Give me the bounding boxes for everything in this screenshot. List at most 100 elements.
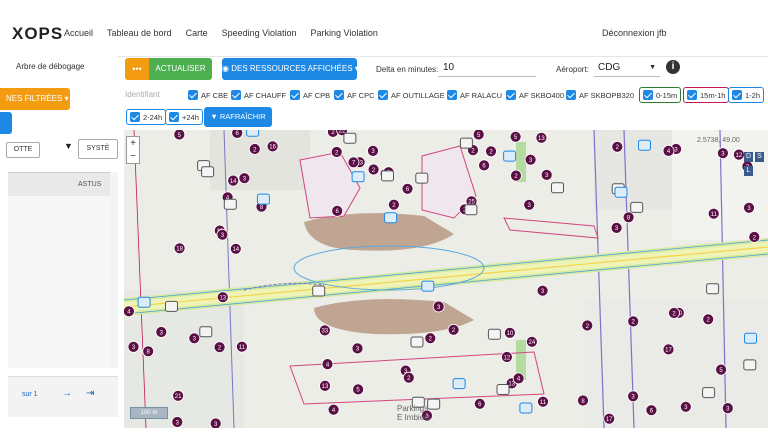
column-button-otte[interactable]: OTTE — [6, 142, 40, 158]
resource-marker[interactable]: 2 — [402, 371, 415, 384]
resource-marker[interactable]: 3 — [432, 300, 445, 313]
vehicle-icon[interactable] — [464, 204, 478, 216]
checkbox-af-outillage[interactable]: AF OUTILLAGE — [378, 88, 445, 102]
resource-marker[interactable]: 3 — [155, 326, 168, 338]
resource-marker[interactable]: 6 — [231, 130, 244, 139]
table-scrollbar[interactable] — [110, 172, 118, 368]
last-page-icon[interactable]: ⇥ — [86, 388, 94, 399]
resource-marker[interactable]: 2 — [581, 319, 594, 332]
resource-marker[interactable]: 13 — [535, 131, 548, 144]
vehicle-icon[interactable] — [459, 137, 473, 149]
map-control-s[interactable]: S — [755, 152, 764, 162]
resource-marker[interactable]: 11 — [707, 207, 720, 220]
resource-marker[interactable]: 2 — [668, 307, 680, 319]
resource-marker[interactable]: 8 — [622, 211, 635, 224]
resource-marker[interactable]: 17 — [603, 412, 616, 425]
vehicle-icon[interactable] — [702, 387, 716, 399]
resource-marker[interactable]: 3 — [627, 390, 640, 403]
checkbox-af-skbo400[interactable]: AF SKBO400 — [506, 88, 564, 102]
resource-marker[interactable]: 3 — [209, 417, 222, 428]
resource-marker[interactable]: 4 — [512, 372, 525, 385]
resource-marker[interactable]: 3 — [536, 284, 549, 297]
sidebar-blue-tab[interactable] — [0, 112, 12, 134]
resource-marker[interactable]: 2 — [485, 145, 497, 158]
vehicle-icon[interactable] — [452, 378, 466, 390]
resource-marker[interactable]: 3 — [721, 402, 734, 415]
resource-marker[interactable]: 12 — [500, 351, 513, 363]
resource-marker[interactable]: 3 — [216, 228, 229, 241]
vehicle-icon[interactable] — [343, 132, 357, 144]
resource-marker[interactable]: 33 — [318, 324, 331, 337]
resource-marker[interactable]: 2 — [330, 146, 343, 158]
resource-marker[interactable]: 3 — [610, 222, 623, 234]
resource-marker[interactable]: 3 — [743, 201, 755, 214]
resource-marker[interactable]: 5 — [509, 130, 522, 143]
resource-marker[interactable]: 3 — [523, 198, 536, 211]
resource-marker[interactable]: 8 — [142, 345, 155, 358]
vehicle-icon[interactable] — [487, 328, 501, 340]
vehicle-icon[interactable] — [223, 198, 237, 210]
resource-marker[interactable]: 2 — [424, 332, 437, 345]
airport-select[interactable]: CDG ▼ — [594, 59, 660, 77]
resource-marker[interactable]: 16 — [266, 140, 279, 153]
resource-marker[interactable]: 5 — [352, 383, 365, 396]
vehicle-icon[interactable] — [638, 139, 651, 151]
vehicle-icon[interactable] — [496, 384, 510, 395]
resource-marker[interactable]: 7 — [347, 156, 360, 169]
time-filter-24h-plus[interactable]: +24h — [165, 109, 203, 125]
resource-marker[interactable]: 2 — [702, 313, 715, 326]
info-icon[interactable]: i — [666, 60, 680, 74]
nav-tableau-de-bord[interactable]: Tableau de bord — [107, 28, 172, 38]
resource-marker[interactable]: 2 — [510, 169, 522, 182]
vehicle-icon[interactable] — [743, 359, 757, 371]
resource-marker[interactable]: 13 — [319, 379, 331, 392]
resource-marker[interactable]: 4 — [662, 144, 675, 157]
resource-marker[interactable]: 2 — [367, 163, 380, 176]
resource-marker[interactable]: 6 — [331, 205, 344, 217]
logout-link[interactable]: Déconnexion jfb — [602, 28, 667, 38]
checkbox-af-skbopb320[interactable]: AF SKBOPB320 — [566, 88, 634, 102]
resource-marker[interactable]: 3 — [238, 172, 251, 185]
debug-tree-link[interactable]: Arbre de débogage — [16, 62, 85, 71]
resource-marker[interactable]: 6 — [478, 159, 491, 172]
resource-marker[interactable]: 5 — [472, 130, 485, 141]
column-button-system[interactable]: SYSTÈ — [78, 139, 118, 159]
resource-marker[interactable]: 14 — [229, 242, 242, 255]
refresh-button[interactable]: ACTUALISER — [149, 58, 212, 80]
resource-marker[interactable]: 3 — [367, 144, 379, 157]
vehicle-icon[interactable] — [519, 402, 533, 414]
more-button[interactable]: ••• — [125, 58, 149, 80]
resource-marker[interactable]: 12 — [733, 148, 745, 161]
resource-marker[interactable]: 14 — [227, 174, 240, 187]
vehicle-icon[interactable] — [165, 300, 178, 312]
resource-marker[interactable]: 17 — [662, 343, 675, 356]
vehicle-icon[interactable] — [199, 326, 213, 338]
nav-carte[interactable]: Carte — [186, 28, 208, 38]
filter-icon[interactable]: ▼ — [64, 141, 73, 151]
vehicle-icon[interactable] — [381, 170, 394, 182]
checkbox-af-chauff[interactable]: AF CHAUFF — [231, 88, 286, 102]
vehicle-icon[interactable] — [312, 285, 326, 297]
resource-marker[interactable]: 10 — [503, 326, 516, 339]
resource-marker[interactable]: 2 — [213, 341, 226, 354]
vehicle-icon[interactable] — [421, 280, 435, 292]
resource-marker[interactable]: 6 — [401, 182, 414, 195]
resource-marker[interactable]: 2 — [248, 143, 261, 155]
checkbox-af-cbe[interactable]: AF CBE — [188, 88, 228, 102]
map-control-l[interactable]: L — [744, 166, 753, 176]
next-page-icon[interactable]: → — [62, 388, 72, 399]
resource-marker[interactable]: 4 — [327, 403, 340, 416]
checkbox-af-cpc[interactable]: AF CPC — [334, 88, 375, 102]
vehicle-icon[interactable] — [384, 212, 398, 224]
resource-marker[interactable]: 3 — [717, 147, 729, 160]
resource-marker[interactable]: 6 — [473, 397, 486, 410]
resource-marker[interactable]: 24 — [525, 335, 538, 348]
vehicle-icon[interactable] — [630, 201, 644, 213]
time-filter-1-2h[interactable]: 1-2h — [728, 87, 765, 103]
resource-marker[interactable]: 5 — [715, 363, 727, 376]
resource-marker[interactable]: 3 — [171, 416, 184, 428]
resource-marker[interactable]: 13 — [216, 291, 229, 304]
map-control-d[interactable]: D — [744, 152, 753, 162]
time-filter-15m-1h[interactable]: 15m-1h — [683, 87, 730, 103]
zoom-in-button[interactable]: + — [127, 137, 139, 150]
